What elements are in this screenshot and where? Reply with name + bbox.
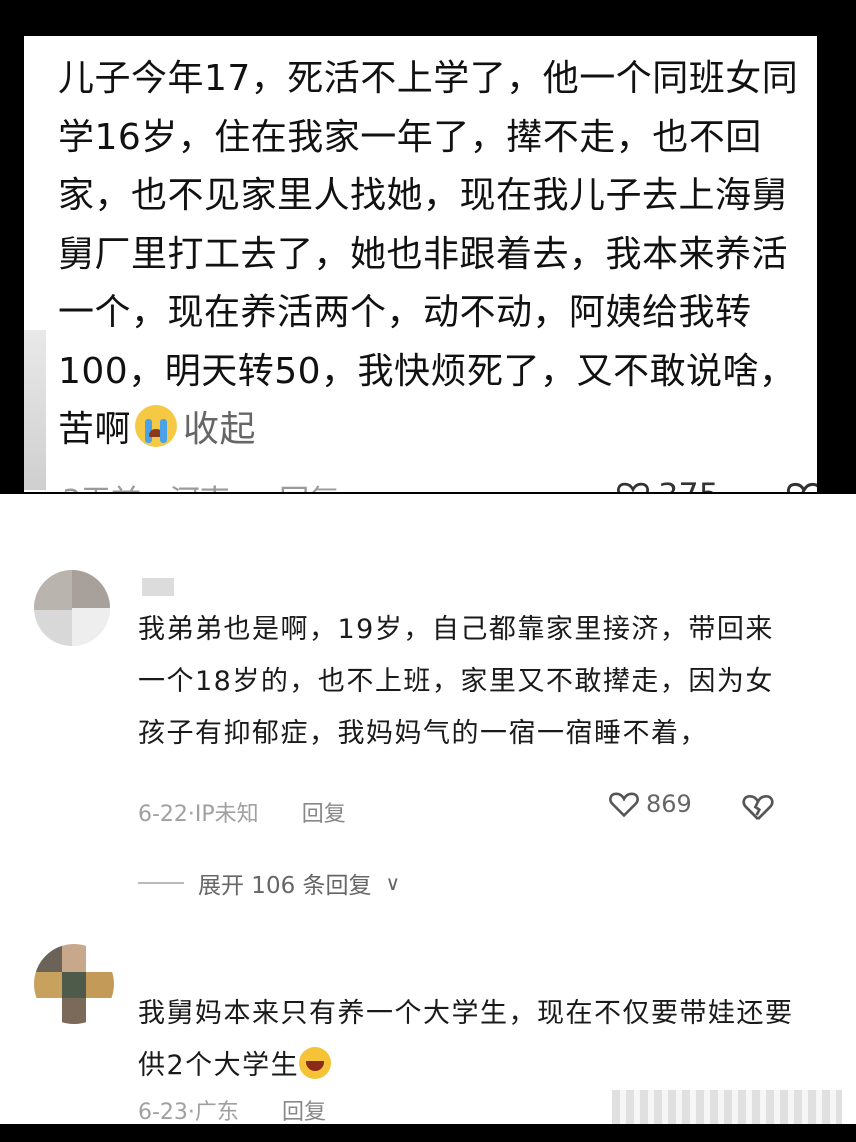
comment-card-screenshot: 我弟弟也是啊，19岁，自己都靠家里接济，带回来一个18岁的，也不上班，家里又不敢… xyxy=(0,494,856,1126)
like-button[interactable]: 869 xyxy=(608,790,692,818)
comment-time-location: 3天前 · 河南 xyxy=(62,484,230,492)
avatar[interactable] xyxy=(34,570,110,646)
reply-button[interactable]: 回复 xyxy=(282,1100,326,1125)
heart-outline-icon xyxy=(616,480,650,492)
username-blurred xyxy=(142,578,174,596)
reply-text: 我舅妈本来只有养一个大学生，现在不仅要带娃还要供2个大学生 xyxy=(138,998,794,1081)
expand-replies-label: 展开 106 条回复 xyxy=(198,873,372,899)
avatar[interactable] xyxy=(34,944,114,1024)
divider xyxy=(138,882,184,884)
like-count: 869 xyxy=(646,790,692,818)
reply-time-location: 6-22·IP未知 xyxy=(138,802,259,827)
card-edge xyxy=(24,330,46,490)
like-button[interactable]: 375 xyxy=(616,476,719,492)
reply-meta: 6-22·IP未知 回复 xyxy=(138,796,346,828)
heart-outline-icon xyxy=(608,790,640,818)
reply-button[interactable]: 回复 xyxy=(279,484,339,492)
broken-heart-icon[interactable] xyxy=(786,480,817,492)
broken-heart-icon[interactable] xyxy=(742,792,774,822)
reply-button[interactable]: 回复 xyxy=(302,802,346,827)
reply-meta: 6-23·广东 回复 xyxy=(138,1094,326,1126)
comment-card-main: 儿子今年17，死活不上学了，他一个同班女同学16岁，住在我家一年了，撵不走，也不… xyxy=(24,36,817,492)
chevron-down-icon: ∨ xyxy=(385,871,401,895)
comment-text: 儿子今年17，死活不上学了，他一个同班女同学16岁，住在我家一年了，撵不走，也不… xyxy=(58,58,799,450)
collapse-button[interactable]: 收起 xyxy=(183,409,256,450)
crying-face-icon xyxy=(135,405,178,447)
expand-replies-button[interactable]: 展开 106 条回复 ∨ xyxy=(138,866,400,900)
reply-time-location: 6-23·广东 xyxy=(138,1100,239,1125)
action-icons-blurred xyxy=(612,1090,842,1124)
laughing-crying-face-icon xyxy=(299,1047,332,1079)
comment-meta: 3天前 · 河南 回复 xyxy=(62,476,339,492)
reply-text: 我弟弟也是啊，19岁，自己都靠家里接济，带回来一个18岁的，也不上班，家里又不敢… xyxy=(138,614,774,749)
like-count: 375 xyxy=(658,476,719,492)
